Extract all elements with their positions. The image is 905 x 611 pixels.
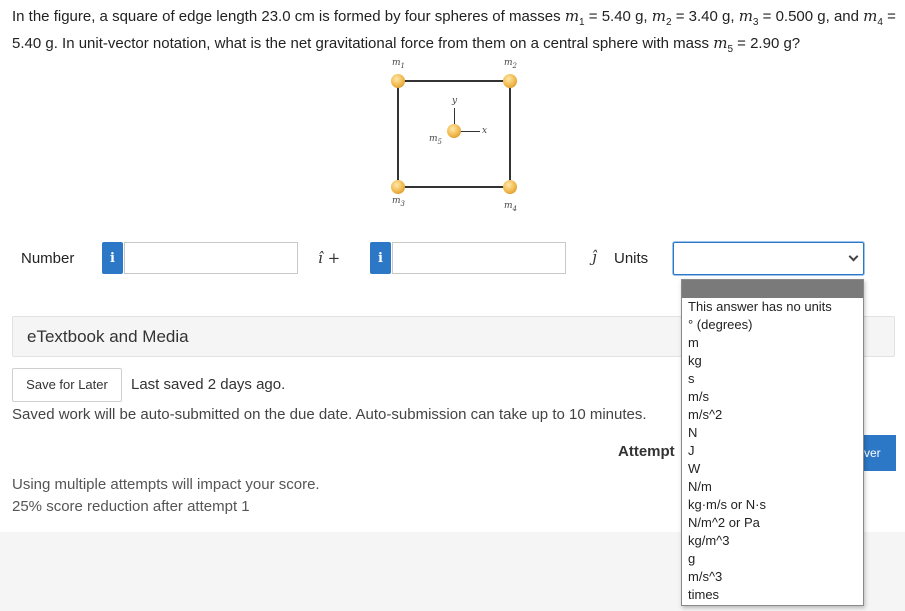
units-option[interactable]: J [682, 442, 863, 460]
units-option[interactable]: g [682, 550, 863, 568]
attempts-label: Attempt [618, 443, 675, 460]
label-m1: m1 [392, 58, 406, 70]
sphere-m2 [503, 74, 517, 88]
mass-symbol: m [651, 7, 666, 25]
attempt-policy-line: Using multiple attempts will impact your… [12, 476, 320, 493]
sphere-m4 [503, 180, 517, 194]
label-m2: m2 [504, 58, 518, 70]
square-bottom-edge [397, 186, 511, 188]
i-component-input[interactable] [124, 242, 298, 274]
units-label: Units [614, 250, 649, 267]
units-option[interactable]: m/s^2 [682, 406, 863, 424]
units-option[interactable]: This answer has no units [682, 298, 863, 316]
question-text: In the figure, a square of edge length 2… [12, 6, 897, 60]
spheres-figure: m1 m2 m3 m4 m5 y x [365, 58, 535, 218]
units-option[interactable]: ° (degrees) [682, 316, 863, 334]
i-hat-label: î + [318, 249, 341, 267]
units-option[interactable]: kg/m^3 [682, 532, 863, 550]
mass-symbol: m [564, 7, 580, 25]
x-axis-label: x [482, 126, 488, 136]
mass-value: = 0.500 g, and [758, 8, 864, 25]
info-icon[interactable]: i [370, 242, 391, 274]
save-for-later-button[interactable]: Save for Later [12, 368, 122, 402]
units-option[interactable]: N/m [682, 478, 863, 496]
label-m5: m5 [429, 134, 443, 146]
attempt-policy-line: 25% score reduction after attempt 1 [12, 498, 250, 515]
label-m4: m4 [504, 201, 518, 213]
number-label: Number [21, 250, 75, 267]
mass-symbol: m [863, 7, 878, 25]
units-option[interactable]: m [682, 334, 863, 352]
units-option[interactable]: m/s^3 [682, 568, 863, 586]
mass-value: = 3.40 g, [671, 8, 739, 25]
auto-submit-note: Saved work will be auto-submitted on the… [12, 406, 647, 423]
units-option[interactable]: N [682, 424, 863, 442]
square-right-edge [509, 80, 511, 188]
j-component-input[interactable] [392, 242, 566, 274]
units-option[interactable]: kg·m/s or N·s [682, 496, 863, 514]
attempt-policy: Using multiple attempts will impact your… [12, 474, 320, 518]
units-option[interactable]: W [682, 460, 863, 478]
label-m3: m3 [392, 196, 406, 208]
last-saved-text: Last saved 2 days ago. [131, 376, 286, 393]
units-select[interactable] [673, 242, 864, 275]
units-option[interactable]: kg [682, 352, 863, 370]
mass-value: = 2.90 g? [733, 35, 801, 52]
mass-symbol: m [713, 34, 728, 52]
square-top-edge [397, 80, 511, 82]
sphere-m3 [391, 180, 405, 194]
info-icon[interactable]: i [102, 242, 123, 274]
j-hat-label: ĵ [592, 248, 597, 266]
square-left-edge [397, 80, 399, 188]
question-intro: In the figure, a square of edge length 2… [12, 8, 565, 25]
chevron-down-icon [848, 251, 859, 262]
units-option-empty[interactable] [682, 280, 863, 298]
etextbook-label: eTextbook and Media [27, 327, 189, 346]
units-option[interactable]: N/m^2 or Pa [682, 514, 863, 532]
y-axis-label: y [452, 96, 458, 106]
units-option[interactable]: m/s [682, 388, 863, 406]
mass-symbol: m [738, 7, 753, 25]
units-dropdown-list[interactable]: This answer has no units ° (degrees) m kg s m… [681, 279, 864, 606]
sphere-m1 [391, 74, 405, 88]
sphere-m5 [447, 124, 461, 138]
units-option[interactable]: times [682, 586, 863, 604]
units-option[interactable]: s [682, 370, 863, 388]
answer-row: Number i î + i ĵ Units [0, 242, 905, 276]
mass-value: = 5.40 g, [584, 8, 652, 25]
